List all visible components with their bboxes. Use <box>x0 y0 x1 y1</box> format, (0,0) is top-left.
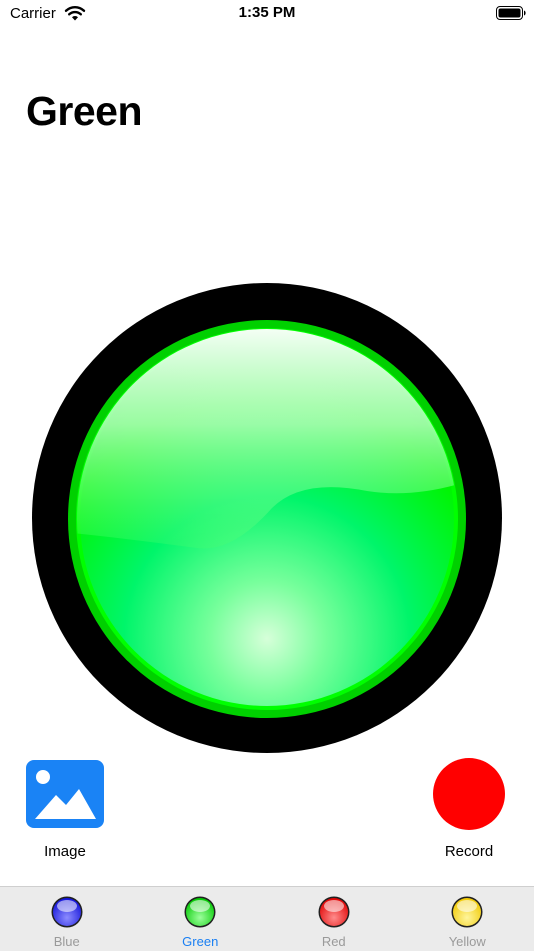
image-button[interactable] <box>26 760 104 828</box>
green-light-button[interactable] <box>32 283 502 753</box>
record-button[interactable] <box>433 758 505 830</box>
status-bar: Carrier 1:35 PM <box>0 0 534 30</box>
yellow-orb-icon <box>451 896 483 928</box>
image-button-label: Image <box>0 843 130 860</box>
status-time: 1:35 PM <box>0 4 534 21</box>
record-button-label: Record <box>418 843 520 860</box>
tab-yellow[interactable]: Yellow <box>401 887 534 951</box>
red-orb-icon <box>318 896 350 928</box>
tab-bar: Blue Green Red <box>0 886 534 951</box>
green-orb-icon <box>184 896 216 928</box>
tab-red[interactable]: Red <box>267 887 401 951</box>
tab-label: Yellow <box>401 934 534 949</box>
battery-icon <box>496 6 526 20</box>
tab-green[interactable]: Green <box>134 887 268 951</box>
tab-label: Red <box>267 934 401 949</box>
tab-blue[interactable]: Blue <box>0 887 134 951</box>
page-title: Green <box>26 88 142 135</box>
tab-label: Blue <box>0 934 134 949</box>
tab-label: Green <box>134 934 268 949</box>
blue-orb-icon <box>51 896 83 928</box>
image-icon <box>26 760 104 828</box>
